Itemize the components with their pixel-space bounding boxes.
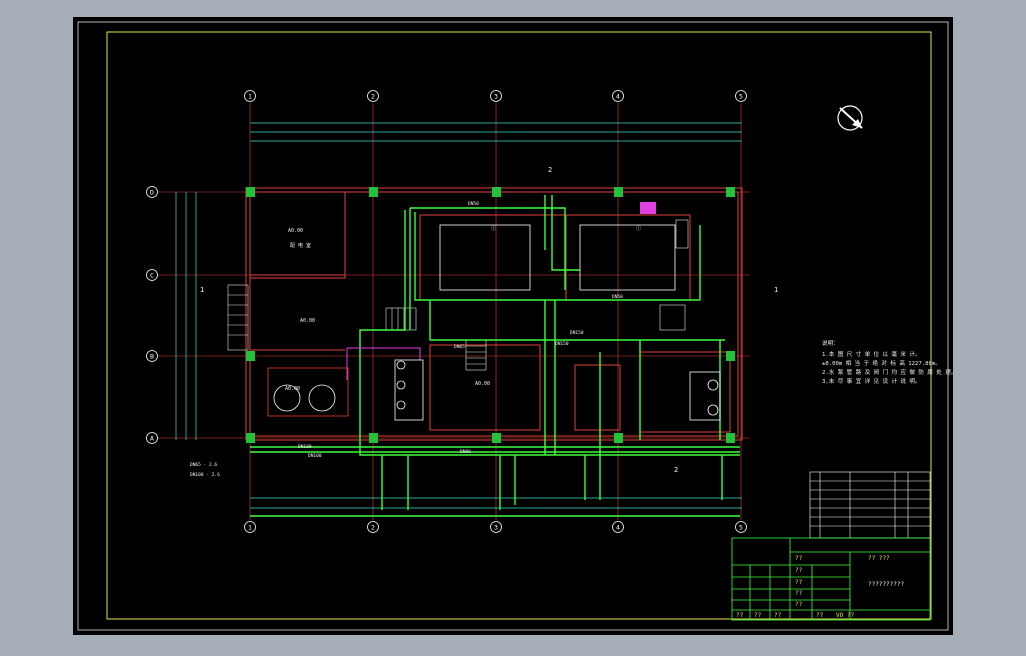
- cad-viewport[interactable]: 1 1 2 2 3 3 4 4 5 5 D C B A A0.00 配 电 室 A0.00 A0.00 ⓘ…: [0, 0, 1026, 652]
- column: [369, 433, 378, 443]
- title-row: ??: [795, 567, 803, 574]
- column: [726, 433, 735, 443]
- column: [492, 187, 501, 197]
- column: [726, 187, 735, 197]
- title-row: ??: [795, 590, 803, 597]
- column: [246, 433, 255, 443]
- note-line-2: ±0.00m 相 当 于 绝 对 标 高 1227.80m。: [822, 359, 941, 367]
- axis-bubble-5: 5: [735, 521, 747, 533]
- pipe-label: DN50: [612, 294, 623, 300]
- column: [246, 187, 255, 197]
- column: [492, 433, 501, 443]
- svg-text:3: 3: [494, 523, 498, 531]
- column: [246, 351, 255, 361]
- section-marker-right: 1: [774, 286, 778, 294]
- title-footer: ??: [754, 612, 762, 619]
- axis-bubble-1: 1: [244, 521, 256, 533]
- axis-bubble-A: A: [146, 432, 158, 444]
- title-footer: ??: [816, 612, 824, 619]
- axis-bubble-C: C: [146, 269, 158, 281]
- svg-text:4: 4: [616, 92, 620, 100]
- svg-text:1: 1: [248, 92, 252, 100]
- svg-text:B: B: [150, 352, 154, 360]
- pipe-label: DN150: [555, 341, 569, 347]
- svg-text:A: A: [150, 434, 154, 442]
- svg-text:3: 3: [494, 92, 498, 100]
- pipe-label: DN150: [570, 330, 584, 336]
- room-label-1: A0.00: [288, 228, 303, 234]
- pipe-label: DN65: [454, 344, 465, 350]
- room-label-4: ⓘ: [491, 225, 496, 232]
- column: [726, 351, 735, 361]
- axis-bubble-3: 3: [490, 90, 502, 102]
- svg-text:D: D: [150, 188, 154, 196]
- svg-text:4: 4: [616, 523, 620, 531]
- room-label-3: A0.00: [285, 386, 300, 392]
- cad-drawing: 1 1 2 2 3 3 4 4 5 5 D C B A A0.00 配 电 室 A0.00 A0.00 ⓘ…: [73, 17, 956, 635]
- svg-text:1: 1: [248, 523, 252, 531]
- pipe-label-bottom-1: DN65 - 2.6: [190, 462, 217, 468]
- axis-bubble-5: 5: [735, 90, 747, 102]
- svg-text:C: C: [150, 271, 154, 279]
- pipe-label: DN80: [460, 449, 471, 455]
- axis-bubble-2: 2: [367, 521, 379, 533]
- pipe-label-bottom-2: DN100 - 2.6: [190, 472, 220, 478]
- title-row: ??: [795, 601, 803, 608]
- section-marker-bottom: 2: [674, 466, 678, 474]
- svg-text:5: 5: [739, 523, 743, 531]
- pipe-label: DN50: [468, 201, 479, 207]
- axis-bubble-4: 4: [612, 521, 624, 533]
- axis-bubble-4: 4: [612, 90, 624, 102]
- axis-bubble-2: 2: [367, 90, 379, 102]
- svg-text:5: 5: [739, 92, 743, 100]
- room-label-6: A0.00: [475, 381, 490, 387]
- pipe-label: DN100: [308, 453, 322, 459]
- title-row: ??: [795, 555, 803, 562]
- room-label-5: ⓘ: [636, 225, 641, 232]
- axis-bubble-B: B: [146, 350, 158, 362]
- axis-bubble-D: D: [146, 186, 158, 198]
- room-label-2: A0.00: [300, 318, 315, 324]
- note-line-4: 3.未 尽 事 宜 详 见 设 计 说 明。: [822, 377, 921, 385]
- note-line-1: 1.本 图 尺 寸 单 位 以 毫 米 计。: [822, 350, 921, 358]
- svg-text:2: 2: [371, 523, 375, 531]
- title-footer: ??: [774, 612, 782, 619]
- drawing-sheet: [73, 17, 953, 635]
- title-mark-2: VO ??: [836, 612, 854, 619]
- column: [614, 433, 623, 443]
- column: [369, 187, 378, 197]
- notes-title: 说明：: [822, 339, 839, 347]
- column: [614, 187, 623, 197]
- section-marker-top: 2: [548, 166, 552, 174]
- axis-bubble-1: 1: [244, 90, 256, 102]
- note-line-3: 2.水 泵 管 路 及 阀 门 均 应 做 防 腐 处 理。: [822, 368, 956, 376]
- axis-bubble-3: 3: [490, 521, 502, 533]
- title-row: ??: [795, 579, 803, 586]
- section-marker-left: 1: [200, 286, 204, 294]
- title-mark: ?? ???: [868, 555, 890, 562]
- title-footer: ??: [736, 612, 744, 619]
- room-sub-1: 配 电 室: [290, 242, 311, 249]
- svg-text:2: 2: [371, 92, 375, 100]
- pipe-label: DN100: [298, 444, 312, 450]
- drawing-title: ??????????: [868, 581, 905, 588]
